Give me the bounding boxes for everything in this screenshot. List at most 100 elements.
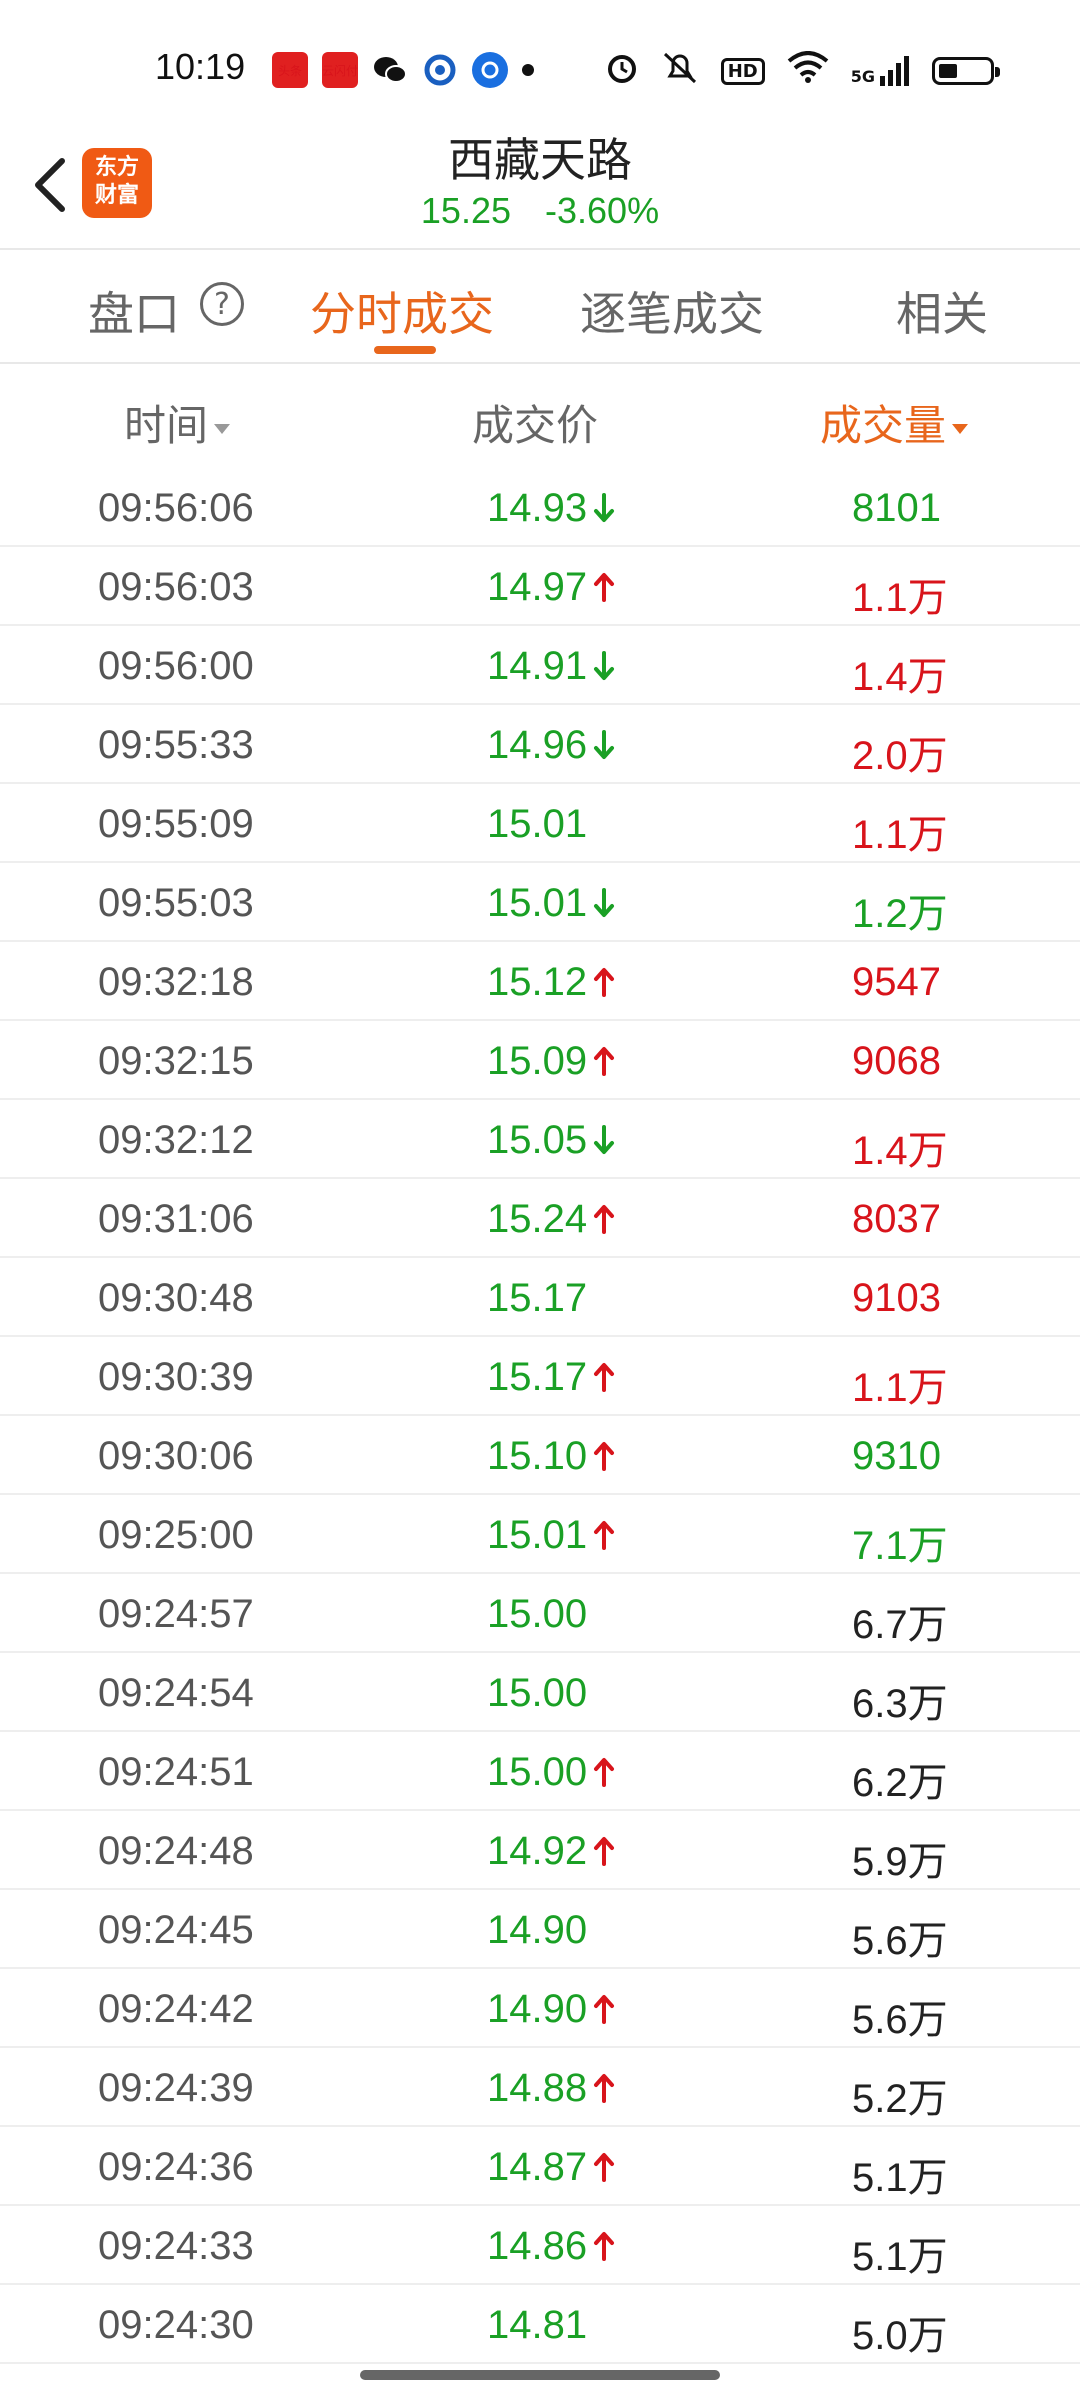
trade-time: 09:32:18 <box>98 960 254 1004</box>
trade-volume: 5.6万 <box>852 1998 948 2042</box>
trade-volume: 6.2万 <box>852 1761 948 1805</box>
table-row: 09:24:54 15.00 6.3万 <box>0 1653 1080 1732</box>
stock-change: -3.60% <box>545 190 660 231</box>
table-row: 09:30:48 15.17 9103 <box>0 1258 1080 1337</box>
trade-price: 14.93 <box>487 486 588 530</box>
arrow-up-icon <box>593 1199 617 1244</box>
arrow-down-icon <box>593 1120 617 1165</box>
trade-price-cell: 15.01 <box>487 881 617 928</box>
trade-price: 14.88 <box>487 2066 588 2110</box>
trade-time: 09:25:00 <box>98 1513 254 1557</box>
trade-price: 15.00 <box>487 1750 588 1794</box>
trade-price-cell: 14.88 <box>487 2066 617 2113</box>
trade-time: 09:56:03 <box>98 565 254 609</box>
table-row: 09:25:00 15.01 7.1万 <box>0 1495 1080 1574</box>
trade-time: 09:30:06 <box>98 1434 254 1478</box>
trade-volume: 8101 <box>852 486 941 530</box>
trade-price-cell: 15.01 <box>487 802 587 847</box>
trade-price-cell: 15.17 <box>487 1276 587 1321</box>
help-icon[interactable]: ? <box>200 282 244 326</box>
trade-price: 14.91 <box>487 644 588 688</box>
trade-price: 14.97 <box>487 565 588 609</box>
arrow-up-icon <box>593 2226 617 2271</box>
trade-volume: 2.0万 <box>852 734 948 778</box>
trade-volume: 1.2万 <box>852 892 948 936</box>
trade-volume: 9103 <box>852 1276 941 1320</box>
trade-price: 15.17 <box>487 1355 588 1399</box>
column-header-time-label: 时间 <box>124 401 209 450</box>
app-icon-2 <box>472 52 508 88</box>
trade-price-cell: 15.24 <box>487 1197 617 1244</box>
table-row: 09:30:06 15.10 9310 <box>0 1416 1080 1495</box>
trade-time: 09:24:30 <box>98 2303 254 2347</box>
table-row: 09:24:45 14.90 5.6万 <box>0 1890 1080 1969</box>
trade-price: 15.01 <box>487 1513 588 1557</box>
trade-price: 15.00 <box>487 1671 588 1715</box>
trade-time: 09:55:09 <box>98 802 254 846</box>
network-type: 5G <box>850 67 875 86</box>
table-row: 09:56:00 14.91 1.4万 <box>0 626 1080 705</box>
arrow-up-icon <box>593 1041 617 1086</box>
trade-price-cell: 14.93 <box>487 486 617 533</box>
tab-order-book[interactable]: 盘口 <box>88 278 180 344</box>
table-row: 09:32:15 15.09 9068 <box>0 1021 1080 1100</box>
trade-volume: 8037 <box>852 1197 941 1241</box>
notification-icons: 头条 云闪付 <box>272 52 534 88</box>
trade-price: 15.24 <box>487 1197 588 1241</box>
tab-tick-trades[interactable]: 逐笔成交 <box>580 278 764 344</box>
arrow-up-icon <box>593 1515 617 1560</box>
trade-price: 14.90 <box>487 1908 588 1952</box>
trade-price: 14.86 <box>487 2224 588 2268</box>
table-row: 09:24:36 14.87 5.1万 <box>0 2127 1080 2206</box>
arrow-down-icon <box>593 488 617 533</box>
signal-icon: 5G <box>851 56 910 86</box>
trade-price: 14.90 <box>487 1987 588 2031</box>
trade-time: 09:55:33 <box>98 723 254 767</box>
trade-price-cell: 14.86 <box>487 2224 617 2271</box>
trade-price: 15.12 <box>487 960 588 1004</box>
alarm-icon <box>605 50 639 92</box>
trade-volume: 1.1万 <box>852 1366 948 1410</box>
trade-price: 14.92 <box>487 1829 588 1873</box>
trade-volume: 1.4万 <box>852 655 948 699</box>
trade-time: 09:32:15 <box>98 1039 254 1083</box>
tab-time-trades[interactable]: 分时成交 <box>310 278 494 344</box>
trade-volume: 5.1万 <box>852 2235 948 2279</box>
status-bar: 10:19 头条 云闪付 HD 5G <box>0 0 1080 120</box>
hd-icon: HD <box>720 57 765 85</box>
table-row: 09:55:03 15.01 1.2万 <box>0 863 1080 942</box>
column-header-price-label: 成交价 <box>472 401 599 450</box>
trade-time: 09:56:06 <box>98 486 254 530</box>
arrow-down-icon <box>593 883 617 928</box>
table-row: 09:30:39 15.17 1.1万 <box>0 1337 1080 1416</box>
tab-related[interactable]: 相关 <box>896 278 988 344</box>
table-row: 09:56:03 14.97 1.1万 <box>0 547 1080 626</box>
yunshanfu-icon: 云闪付 <box>322 52 358 88</box>
arrow-up-icon <box>593 567 617 612</box>
table-row: 09:56:06 14.93 8101 <box>0 468 1080 547</box>
trade-price-cell: 15.00 <box>487 1592 587 1637</box>
home-indicator[interactable] <box>360 2370 720 2380</box>
trade-time: 09:56:00 <box>98 644 254 688</box>
trade-volume: 5.6万 <box>852 1919 948 1963</box>
trade-volume: 5.0万 <box>852 2314 948 2358</box>
trade-price-cell: 14.91 <box>487 644 617 691</box>
trade-time: 09:30:39 <box>98 1355 254 1399</box>
trade-price: 15.05 <box>487 1118 588 1162</box>
trade-volume: 1.1万 <box>852 813 948 857</box>
trade-price-cell: 14.81 <box>487 2303 587 2348</box>
trade-time: 09:24:39 <box>98 2066 254 2110</box>
sort-down-icon <box>214 423 231 434</box>
trade-price: 15.09 <box>487 1039 588 1083</box>
table-row: 09:24:39 14.88 5.2万 <box>0 2048 1080 2127</box>
table-row: 09:55:09 15.01 1.1万 <box>0 784 1080 863</box>
trade-list[interactable]: 09:56:06 14.93 8101 09:56:03 14.97 1.1万 09:56:… <box>0 468 1080 2364</box>
table-row: 09:24:30 14.81 5.0万 <box>0 2285 1080 2364</box>
stock-quote: 15.25 -3.60% <box>0 190 1080 232</box>
trade-price: 14.81 <box>487 2303 588 2347</box>
trade-price-cell: 15.12 <box>487 960 617 1007</box>
column-header-time[interactable]: 时间 <box>124 392 231 453</box>
stock-header: 东方 财富 西藏天路 15.25 -3.60% <box>0 120 1080 248</box>
trade-price-cell: 15.00 <box>487 1750 617 1797</box>
column-header-volume[interactable]: 成交量 <box>820 392 969 453</box>
